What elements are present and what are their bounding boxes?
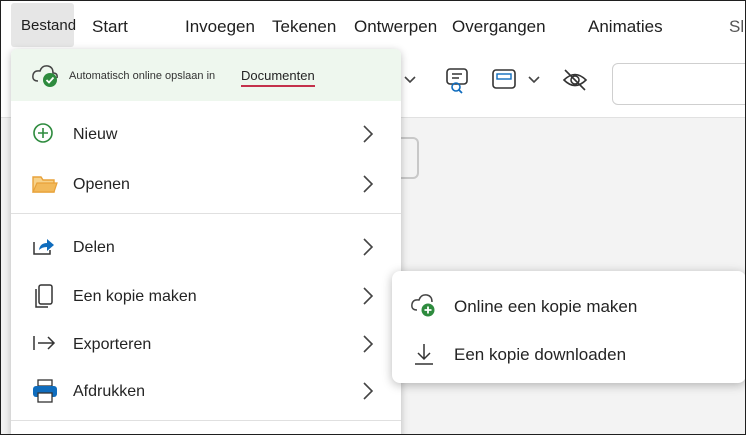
- menu-item-label: Afdrukken: [73, 383, 146, 400]
- app-frame: Bestand Start Invoegen Tekenen Ontwerpen…: [0, 0, 746, 435]
- folder-icon: [31, 171, 59, 199]
- autosave-location-link[interactable]: Documenten: [241, 68, 315, 87]
- cloud-check-icon: [31, 63, 61, 94]
- chevron-right-icon: [361, 123, 375, 145]
- export-arrow-icon: [31, 331, 59, 359]
- tab-label: Bestand: [21, 17, 77, 34]
- menu-item-label: Exporteren: [73, 336, 152, 353]
- copy-submenu: Online een kopie maken Een kopie downloa…: [392, 271, 745, 383]
- autosave-banner: Automatisch online opslaan in Documenten: [11, 49, 401, 101]
- menu-item-label: Nieuw: [73, 126, 118, 143]
- submenu-item-label: Online een kopie maken: [454, 297, 638, 316]
- menu-item-label: Openen: [73, 176, 130, 193]
- tab-overgangen[interactable]: Overgangen: [452, 17, 546, 37]
- tab-animaties[interactable]: Animaties: [588, 17, 663, 37]
- menu-divider: [11, 213, 401, 214]
- cloud-add-icon: [410, 293, 438, 321]
- tab-invoegen[interactable]: Invoegen: [185, 17, 255, 37]
- menu-item-nieuw[interactable]: Nieuw: [11, 113, 401, 157]
- tab-bestand[interactable]: Bestand: [11, 3, 77, 47]
- hide-icon[interactable]: [561, 67, 589, 98]
- chevron-down-icon[interactable]: [402, 71, 418, 92]
- ribbon-tabs: Bestand Start Invoegen Tekenen Ontwerpen…: [1, 1, 745, 51]
- file-menu: Automatisch online opslaan in Documenten…: [11, 49, 401, 434]
- chevron-right-icon: [361, 285, 375, 307]
- submenu-item-online-copy[interactable]: Online een kopie maken: [392, 283, 745, 329]
- printer-icon: [31, 378, 59, 406]
- chevron-right-icon: [361, 380, 375, 402]
- menu-divider: [11, 420, 401, 421]
- submenu-item-label: Een kopie downloaden: [454, 345, 627, 364]
- chevron-down-icon[interactable]: [526, 71, 542, 92]
- layout-icon[interactable]: [491, 67, 519, 98]
- share-icon: [31, 234, 59, 262]
- tab-start[interactable]: Start: [92, 17, 128, 37]
- submenu-item-download-copy[interactable]: Een kopie downloaden: [392, 331, 745, 377]
- comment-search-icon[interactable]: [444, 65, 474, 100]
- menu-item-openen[interactable]: Openen: [11, 163, 401, 207]
- plus-circle-icon: [31, 121, 59, 149]
- menu-item-kopie-maken[interactable]: Een kopie maken: [11, 275, 401, 319]
- menu-item-delen[interactable]: Delen: [11, 226, 401, 270]
- tab-slideshow[interactable]: Sl: [729, 17, 744, 37]
- menu-item-label: Een kopie maken: [73, 288, 197, 305]
- menu-item-label: Delen: [73, 239, 115, 256]
- chevron-right-icon: [361, 173, 375, 195]
- menu-item-exporteren[interactable]: Exporteren: [11, 323, 401, 367]
- chevron-right-icon: [361, 333, 375, 355]
- download-icon: [410, 341, 438, 369]
- menu-item-afdrukken[interactable]: Afdrukken: [11, 370, 401, 414]
- autosave-text: Automatisch online opslaan in: [69, 70, 216, 82]
- tab-ontwerpen[interactable]: Ontwerpen: [354, 17, 437, 37]
- tab-tekenen[interactable]: Tekenen: [272, 17, 336, 37]
- copy-icon: [31, 283, 59, 311]
- chevron-right-icon: [361, 236, 375, 258]
- toolbar-field[interactable]: [612, 63, 745, 105]
